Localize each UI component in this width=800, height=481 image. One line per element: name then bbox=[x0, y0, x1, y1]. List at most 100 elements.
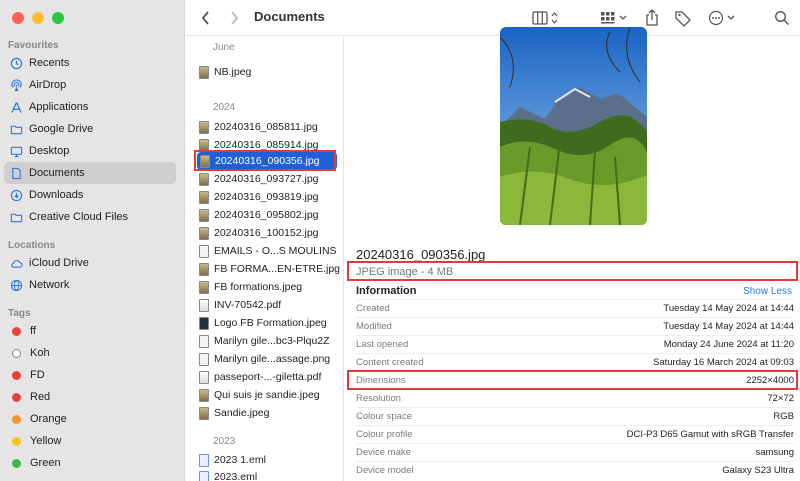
file-name: INV-70542.pdf bbox=[214, 299, 282, 311]
tag-dot-icon bbox=[12, 414, 21, 424]
show-less-link[interactable]: Show Less bbox=[743, 286, 792, 297]
window-title: Documents bbox=[254, 9, 325, 24]
document-icon bbox=[9, 166, 23, 180]
sidebar-item-desktop[interactable]: Desktop bbox=[4, 140, 176, 162]
file-item[interactable]: 20240316_093727.jpg bbox=[196, 170, 344, 188]
sidebar-item-recents[interactable]: Recents bbox=[4, 52, 176, 74]
sidebar-item-creative-cloud-files[interactable]: Creative Cloud Files bbox=[4, 206, 176, 228]
group-heading-2024: 2024 bbox=[213, 102, 236, 113]
grid-icon bbox=[601, 12, 627, 24]
view-mode-button[interactable] bbox=[532, 8, 562, 28]
preview-pane: 20240316_090356.jpg JPEG image - 4 MB In… bbox=[345, 27, 800, 481]
share-button[interactable] bbox=[644, 8, 660, 28]
file-name: FB FORMA...EN-ETRE.jpg bbox=[214, 263, 341, 275]
sidebar-item-google-drive[interactable]: Google Drive bbox=[4, 118, 176, 140]
sidebar-tag-red[interactable]: Red bbox=[4, 386, 176, 408]
forward-button[interactable] bbox=[228, 8, 240, 28]
sidebar-item-label: Green bbox=[30, 457, 61, 469]
sidebar-item-documents[interactable]: Documents bbox=[4, 162, 176, 184]
chevron-left-icon bbox=[201, 11, 209, 25]
file-item[interactable]: Logo FB Formation.jpeg bbox=[196, 314, 344, 332]
info-row-modified: Modified Tuesday 14 May 2024 at 14:44 bbox=[356, 317, 794, 335]
sidebar-item-icloud-drive[interactable]: iCloud Drive bbox=[4, 252, 176, 274]
file-item[interactable]: 20240316_095802.jpg bbox=[196, 206, 344, 224]
tag-dot-icon bbox=[12, 458, 21, 468]
sidebar-tag-orange[interactable]: Orange bbox=[4, 408, 176, 430]
info-row-last-opened: Last opened Monday 24 June 2024 at 11:20 bbox=[356, 335, 794, 353]
clock-icon bbox=[9, 56, 23, 70]
sidebar-item-label: Orange bbox=[30, 413, 67, 425]
zoom-window-button[interactable] bbox=[52, 12, 64, 24]
file-item[interactable]: 20240316_100152.jpg bbox=[196, 224, 344, 242]
pdf-thumbnail-icon bbox=[199, 298, 209, 312]
more-actions-button[interactable] bbox=[708, 8, 738, 28]
highlight-file-kind bbox=[347, 261, 798, 281]
file-item[interactable]: 2023.eml bbox=[196, 468, 344, 481]
document-thumbnail-icon bbox=[199, 334, 209, 348]
sidebar: Favourites Recents AirDrop Applications … bbox=[0, 0, 185, 481]
info-key: Resolution bbox=[356, 393, 401, 404]
file-item[interactable]: EMAILS - O...S MOULINS bbox=[196, 242, 344, 260]
image-thumbnail-icon bbox=[199, 226, 209, 240]
image-preview bbox=[500, 27, 647, 225]
tags-button[interactable] bbox=[674, 8, 692, 28]
chevron-right-icon bbox=[231, 11, 239, 25]
file-item[interactable]: Marilyn gile...assage.png bbox=[196, 350, 344, 368]
image-thumbnail-icon bbox=[199, 208, 209, 222]
sidebar-item-label: Creative Cloud Files bbox=[29, 211, 129, 223]
info-row-colour-profile: Colour profile DCI-P3 D65 Gamut with sRGB… bbox=[356, 425, 794, 443]
sidebar-item-label: Red bbox=[30, 391, 51, 403]
tag-dot-icon bbox=[12, 436, 21, 446]
back-button[interactable] bbox=[200, 8, 212, 28]
file-name: Marilyn gile...assage.png bbox=[214, 353, 331, 365]
file-item[interactable]: 20240316_093819.jpg bbox=[196, 188, 344, 206]
info-row-resolution: Resolution 72×72 bbox=[356, 389, 794, 407]
email-thumbnail-icon bbox=[199, 470, 209, 481]
file-item[interactable]: INV-70542.pdf bbox=[196, 296, 344, 314]
group-by-button[interactable] bbox=[600, 8, 630, 28]
minimize-window-button[interactable] bbox=[32, 12, 44, 24]
file-item[interactable]: NB.jpeg bbox=[196, 63, 344, 81]
highlight-dimensions bbox=[347, 370, 798, 390]
tag-dot-icon bbox=[12, 392, 21, 402]
info-value: Galaxy S23 Ultra bbox=[722, 465, 794, 476]
airdrop-icon bbox=[9, 78, 23, 92]
sidebar-item-label: Recents bbox=[29, 57, 70, 69]
sidebar-item-downloads[interactable]: Downloads bbox=[4, 184, 176, 206]
sidebar-tag-koh[interactable]: Koh bbox=[4, 342, 176, 364]
file-item[interactable]: 2023 1.eml bbox=[196, 451, 344, 469]
sidebar-tag-ff[interactable]: ff bbox=[4, 320, 176, 342]
file-name: EMAILS - O...S MOULINS bbox=[214, 245, 337, 257]
download-icon bbox=[9, 188, 23, 202]
desktop-icon bbox=[9, 144, 23, 158]
file-name: Qui suis je sandie.jpeg bbox=[214, 389, 320, 401]
info-key: Last opened bbox=[356, 339, 409, 350]
close-window-button[interactable] bbox=[12, 12, 24, 24]
sidebar-tag-yellow[interactable]: Yellow bbox=[4, 430, 176, 452]
file-item[interactable]: FB formations.jpeg bbox=[196, 278, 344, 296]
sidebar-tag-green[interactable]: Green bbox=[4, 452, 176, 474]
sidebar-item-network[interactable]: Network bbox=[4, 274, 176, 296]
sidebar-item-label: Desktop bbox=[29, 145, 70, 157]
sidebar-item-label: Google Drive bbox=[29, 123, 94, 135]
info-value: samsung bbox=[755, 447, 794, 458]
file-list: June NB.jpeg 2024 20240316_085811.jpg 20… bbox=[186, 37, 344, 481]
file-name: 20240316_095802.jpg bbox=[214, 209, 319, 221]
info-key: Modified bbox=[356, 321, 392, 332]
sidebar-tag-fd[interactable]: FD bbox=[4, 364, 176, 386]
image-thumbnail-icon bbox=[199, 316, 209, 330]
sidebar-item-airdrop[interactable]: AirDrop bbox=[4, 74, 176, 96]
tag-dot-icon bbox=[12, 370, 21, 380]
sidebar-item-applications[interactable]: Applications bbox=[4, 96, 176, 118]
file-item[interactable]: passeport-...-giletta.pdf bbox=[196, 368, 344, 386]
file-item[interactable]: Sandie.jpeg bbox=[196, 404, 344, 422]
search-button[interactable] bbox=[774, 8, 790, 28]
sidebar-item-label: Downloads bbox=[29, 189, 84, 201]
group-heading-june: June bbox=[213, 42, 235, 53]
file-item[interactable]: FB FORMA...EN-ETRE.jpg bbox=[196, 260, 344, 278]
file-item[interactable]: Marilyn gile...bc3-Plqu2Z bbox=[196, 332, 344, 350]
pdf-thumbnail-icon bbox=[199, 370, 209, 384]
image-thumbnail-icon bbox=[199, 65, 209, 79]
file-item[interactable]: 20240316_085811.jpg bbox=[196, 118, 344, 136]
file-item[interactable]: Qui suis je sandie.jpeg bbox=[196, 386, 344, 404]
